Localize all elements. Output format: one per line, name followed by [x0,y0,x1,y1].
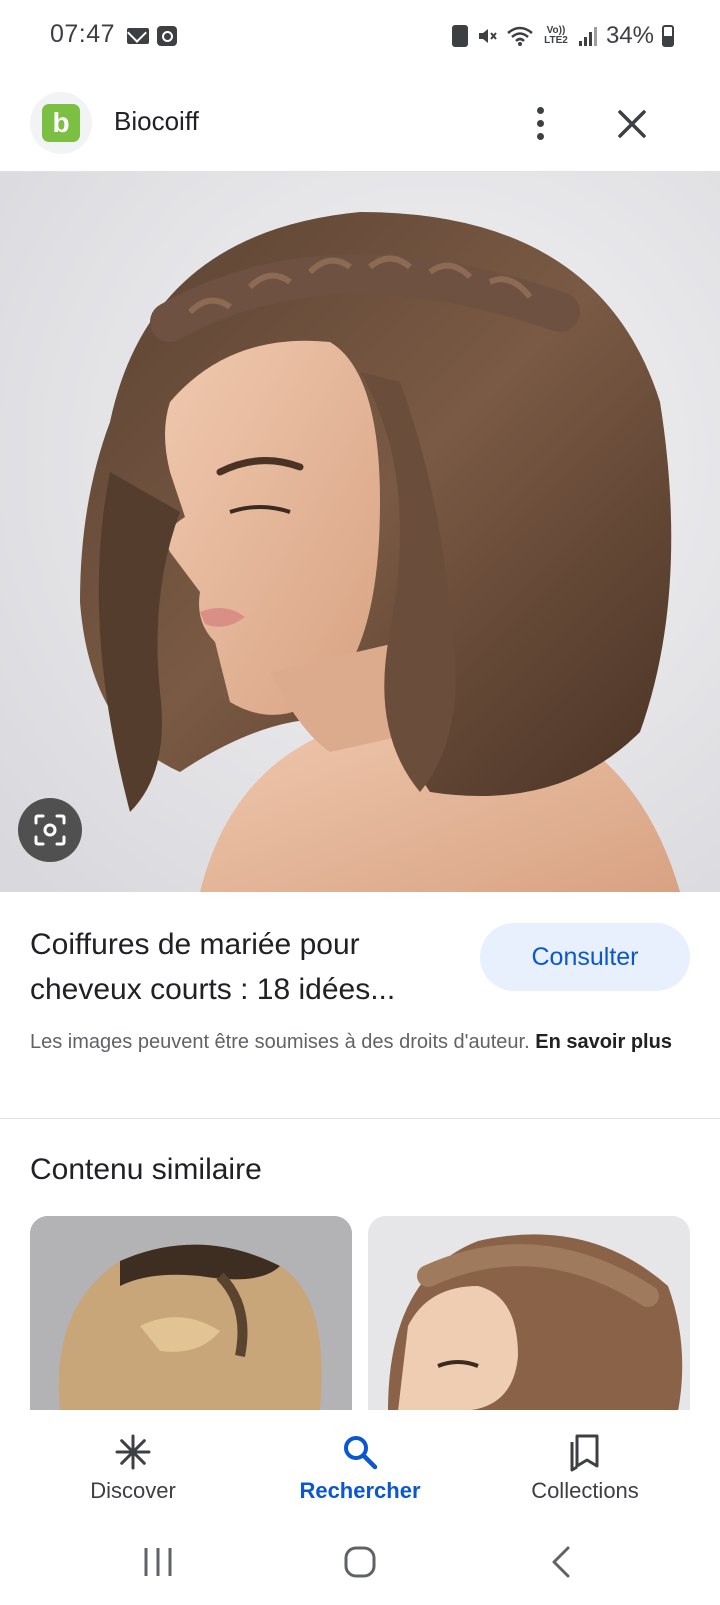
learn-more-link[interactable]: En savoir plus [535,1031,672,1053]
collections-icon [570,1434,599,1472]
status-indicators: Vo)) LTE2 34% [451,20,674,52]
google-lens-button[interactable] [18,798,82,862]
copyright-text: Les images peuvent être soumises à des d… [30,1031,530,1053]
lens-icon [34,814,66,846]
alarm-notification-icon [157,26,177,46]
similar-thumbnail[interactable] [368,1216,690,1411]
copyright-notice: Les images peuvent être soumises à des d… [30,1027,700,1057]
nav-label: Rechercher [299,1478,421,1503]
nav-search[interactable]: Rechercher [260,1432,460,1504]
hairstyle-photo [0,172,720,892]
consult-button[interactable]: Consulter [480,923,690,991]
wifi-icon [507,26,533,46]
status-time: 07:47 [50,20,116,48]
mail-notification-icon [127,28,149,44]
close-icon[interactable] [610,102,654,146]
mute-icon [478,29,497,43]
bottom-navigation: Discover Rechercher Collections [0,1410,720,1520]
home-icon[interactable] [330,1540,390,1584]
battery-icon [662,25,674,47]
site-name[interactable]: Biocoiff [114,106,199,137]
result-header: b Biocoiff [0,80,720,172]
network-type: Vo)) LTE2 [544,25,568,46]
result-image[interactable] [0,172,720,892]
nav-collections[interactable]: Collections [485,1432,685,1504]
site-logo[interactable]: b [30,92,92,154]
battery-saver-icon [451,25,468,47]
similar-thumbnail[interactable] [30,1216,352,1411]
similar-photo [368,1216,690,1411]
battery-percent: 34% [605,22,654,49]
similar-content-title: Contenu similaire [30,1153,262,1186]
asterisk-icon [115,1434,151,1470]
search-icon [344,1436,378,1470]
back-icon[interactable] [532,1540,592,1584]
section-divider [0,1118,720,1119]
result-title[interactable]: Coiffures de mariée pour cheveux courts … [30,922,450,1012]
nav-label: Collections [531,1478,639,1503]
biocoiff-logo-icon: b [42,104,80,142]
more-dot-icon [536,119,544,127]
similar-photo [30,1216,352,1411]
signal-icon [578,27,597,46]
nav-label: Discover [90,1478,176,1503]
status-bar: 07:47 Vo)) LTE2 34% [0,0,720,76]
more-dot-icon [536,132,544,140]
nav-discover[interactable]: Discover [33,1432,233,1504]
more-options-button[interactable] [522,100,558,146]
system-navigation-bar [0,1520,720,1605]
more-dot-icon [536,106,544,114]
recent-apps-icon[interactable] [128,1540,188,1584]
